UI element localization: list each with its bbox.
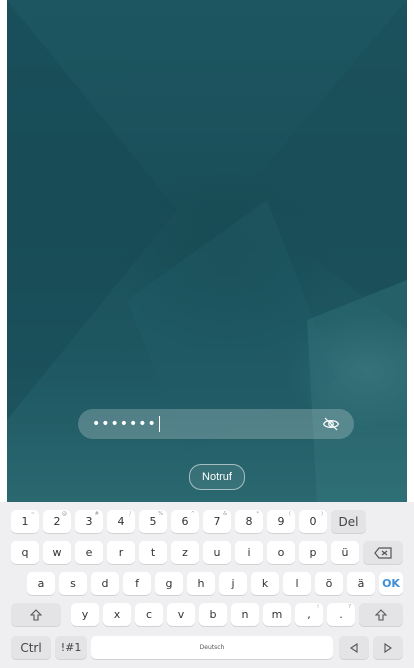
ok-key[interactable]: OK bbox=[379, 572, 403, 595]
key-5[interactable]: 5% bbox=[139, 510, 167, 533]
key-z[interactable]: z bbox=[171, 541, 199, 564]
key-g[interactable]: g bbox=[155, 572, 183, 595]
shift-icon bbox=[375, 608, 387, 621]
key-i[interactable]: i bbox=[235, 541, 263, 564]
arrow-left-icon bbox=[350, 642, 358, 653]
key-d[interactable]: d bbox=[91, 572, 119, 595]
key-8[interactable]: 8 * bbox=[235, 510, 263, 533]
key-w[interactable]: w bbox=[43, 541, 71, 564]
shift-key-left[interactable] bbox=[11, 603, 61, 626]
keyboard: 1 ~ 2 @ 3 # 4/ 5% 6 ^ 7 & 8 * 9( 0) Del q w e … bbox=[0, 502, 414, 668]
key-h[interactable]: h bbox=[187, 572, 215, 595]
cursor-right-key[interactable] bbox=[373, 636, 403, 659]
key-c[interactable]: c bbox=[135, 603, 163, 626]
key-k[interactable]: k bbox=[251, 572, 279, 595]
key-m[interactable]: m bbox=[263, 603, 291, 626]
key-n[interactable]: n bbox=[231, 603, 259, 626]
key-o[interactable]: o bbox=[267, 541, 295, 564]
key-t[interactable]: t bbox=[139, 541, 167, 564]
key-comma[interactable]: ,! bbox=[295, 603, 323, 626]
key-1[interactable]: 1 ~ bbox=[11, 510, 39, 533]
arrow-right-icon bbox=[384, 642, 392, 653]
emergency-call-button[interactable]: Notruf bbox=[189, 464, 245, 490]
key-q[interactable]: q bbox=[11, 541, 39, 564]
key-ue[interactable]: ü bbox=[331, 541, 359, 564]
password-field[interactable]: ••••••• bbox=[78, 409, 354, 439]
key-2[interactable]: 2 @ bbox=[43, 510, 71, 533]
key-x[interactable]: x bbox=[103, 603, 131, 626]
key-v[interactable]: v bbox=[167, 603, 195, 626]
password-value: ••••••• bbox=[92, 416, 322, 432]
key-0[interactable]: 0) bbox=[299, 510, 327, 533]
key-6[interactable]: 6 ^ bbox=[171, 510, 199, 533]
key-4[interactable]: 4/ bbox=[107, 510, 135, 533]
delete-key[interactable]: Del bbox=[331, 510, 366, 533]
key-b[interactable]: b bbox=[199, 603, 227, 626]
shift-icon bbox=[30, 608, 42, 621]
ctrl-key[interactable]: Ctrl bbox=[11, 636, 51, 659]
shift-key-right[interactable] bbox=[359, 603, 403, 626]
key-u[interactable]: u bbox=[203, 541, 231, 564]
symbols-key[interactable]: !#1 bbox=[55, 636, 87, 659]
key-a[interactable]: a bbox=[27, 572, 55, 595]
lock-screen-wallpaper: ••••••• Notruf bbox=[7, 0, 407, 502]
key-j[interactable]: j bbox=[219, 572, 247, 595]
key-e[interactable]: e bbox=[75, 541, 103, 564]
backspace-key[interactable] bbox=[363, 541, 403, 564]
key-s[interactable]: s bbox=[59, 572, 87, 595]
screen: ••••••• Notruf 1 ~ 2 @ 3 # 4/ 5% 6 ^ 7 & 8 * 9… bbox=[0, 0, 414, 668]
key-7[interactable]: 7 & bbox=[203, 510, 231, 533]
key-oe[interactable]: ö bbox=[315, 572, 343, 595]
key-period[interactable]: .? bbox=[327, 603, 355, 626]
key-y[interactable]: y bbox=[71, 603, 99, 626]
eye-slash-icon[interactable] bbox=[322, 415, 340, 433]
backspace-icon bbox=[374, 546, 392, 559]
key-9[interactable]: 9( bbox=[267, 510, 295, 533]
key-p[interactable]: p bbox=[299, 541, 327, 564]
space-key[interactable]: Deutsch bbox=[91, 636, 333, 659]
key-3[interactable]: 3 # bbox=[75, 510, 103, 533]
cursor-left-key[interactable] bbox=[339, 636, 369, 659]
key-ae[interactable]: ä bbox=[347, 572, 375, 595]
key-r[interactable]: r bbox=[107, 541, 135, 564]
key-l[interactable]: l bbox=[283, 572, 311, 595]
key-f[interactable]: f bbox=[123, 572, 151, 595]
